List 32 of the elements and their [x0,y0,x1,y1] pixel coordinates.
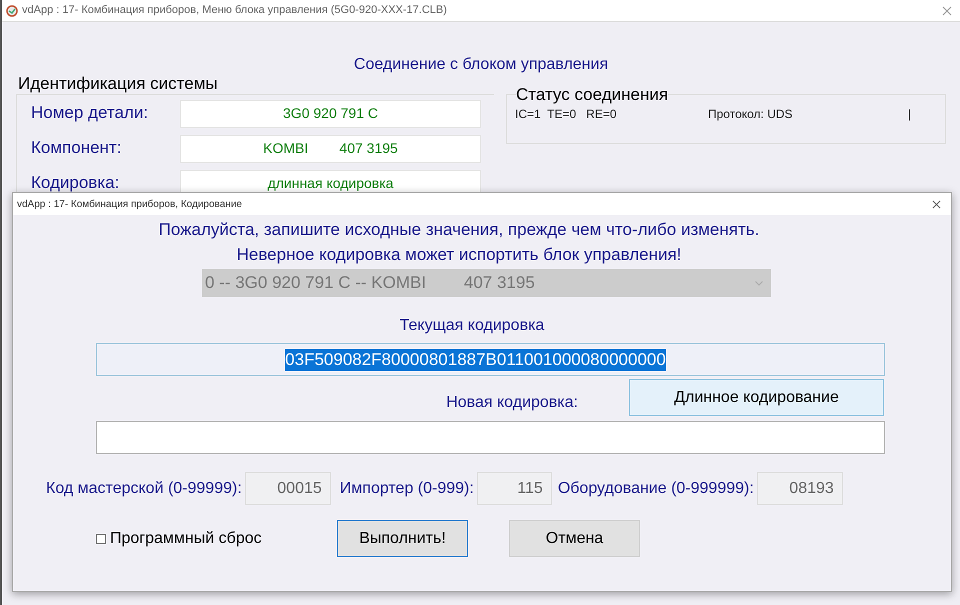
long-coding-button[interactable]: Длинное кодирование [629,379,884,416]
heading: Соединение с блоком управления [354,55,608,75]
protocol-text: Протокол: UDS [708,106,794,123]
soft-reset-checkbox[interactable]: Программный сброс [96,526,337,550]
group-title: Идентификация системы [18,74,219,94]
window-title: vdApp : 17- Комбинация приборов, Меню блока управления (5G0-920-XXX-17.CLB) [22,3,447,18]
number-field[interactable]: 08193 [756,472,843,505]
field-label: Код мастерской (0-99999): [46,478,242,498]
dialog-button[interactable]: Отмена [509,520,640,557]
field-label: Компонент: [31,137,122,158]
app-icon [6,4,18,16]
chevron-down-icon [755,280,763,286]
field-label: Импортер (0-999): [340,478,474,498]
new-coding-field[interactable] [96,421,885,454]
number-field[interactable]: 115 [476,472,552,505]
warning-text: Неверное кодировка может испортить блок управления! [236,244,682,266]
value-field: 3G0 920 791 C [180,100,481,128]
dialog-button[interactable]: Выполнить! [337,520,468,557]
group-title: Статус соединения [516,85,668,105]
current-coding-field[interactable]: 03F509082F80000801887B011001000080000000 [96,343,885,376]
counters-text: IC=1 TE=0 RE=0 [515,106,618,123]
field-label: Оборудование (0-999999): [558,478,754,498]
value-field: KOMBI 407 3195 [180,135,481,163]
warning-text: Пожалуйста, запишите исходные значения, прежде чем что-либо изменять. [158,219,760,241]
current-coding-label: Текущая кодировка [400,316,544,336]
number-field[interactable]: 00015 [244,472,331,505]
close-icon[interactable] [932,200,941,208]
status-indicator: | [908,106,912,123]
field-label: Кодировка: [31,172,120,193]
new-coding-label: Новая кодировка: [445,392,578,412]
dialog-title: vdApp : 17- Комбинация приборов, Кодирование [17,198,242,212]
field-label: Номер детали: [31,102,150,123]
